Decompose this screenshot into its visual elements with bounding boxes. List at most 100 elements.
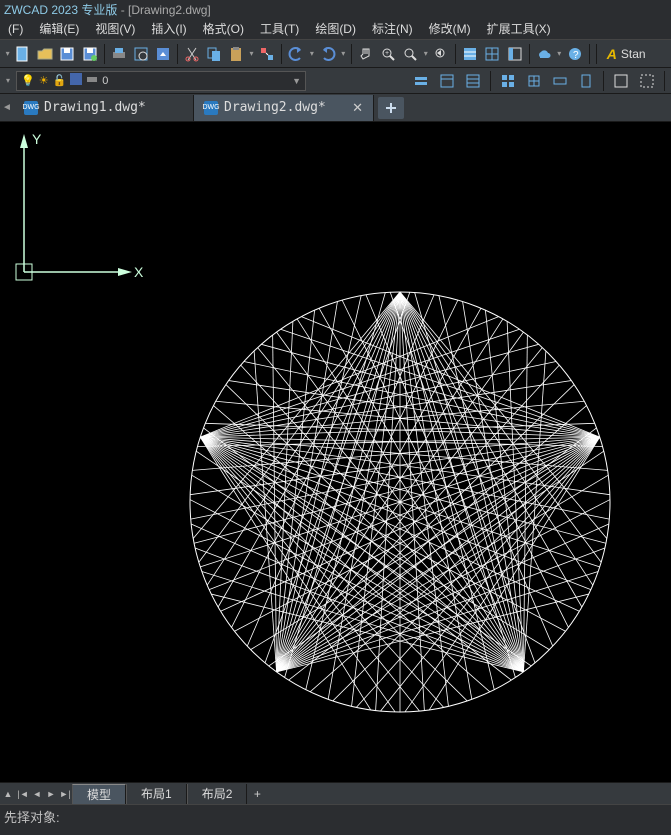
saveas-button[interactable]	[80, 43, 100, 65]
save-button[interactable]	[57, 43, 77, 65]
menu-format[interactable]: 格式(O)	[195, 17, 252, 40]
new-tab-button[interactable]	[378, 97, 404, 119]
text-style-input[interactable]	[621, 47, 661, 61]
title-sep: -	[121, 3, 128, 17]
title-bar: ZWCAD 2023 专业版 - [Drawing2.dwg]	[0, 0, 671, 18]
help-button[interactable]: ?	[565, 43, 585, 65]
layout-next[interactable]: ►	[44, 784, 58, 804]
print-button[interactable]	[109, 43, 129, 65]
zoom-prev-button[interactable]	[431, 43, 451, 65]
menu-draw[interactable]: 绘图(D)	[307, 17, 364, 40]
command-prompt: 先择对象:	[4, 810, 60, 825]
properties-button[interactable]	[460, 43, 480, 65]
layout-add-button[interactable]: +	[247, 784, 267, 804]
menu-insert[interactable]: 插入(I)	[143, 17, 194, 40]
print-preview-button[interactable]	[131, 43, 151, 65]
sep	[603, 71, 604, 91]
layer-btn-3[interactable]	[462, 70, 484, 92]
menu-edit[interactable]: 编辑(E)	[31, 17, 87, 40]
block-btn-2[interactable]	[523, 70, 545, 92]
cut-button[interactable]	[182, 43, 202, 65]
svg-text:?: ?	[573, 50, 579, 61]
drawing-canvas[interactable]: Y X	[0, 122, 671, 782]
sep	[455, 44, 456, 64]
paste-button[interactable]	[226, 43, 246, 65]
text-style-selector[interactable]: A	[601, 43, 667, 65]
main-toolbar: ▾ ▾ ▾ ▾ + ▾ ▾ ? A	[0, 40, 671, 68]
sep	[529, 44, 530, 64]
layer-color-icon	[70, 73, 82, 88]
layer-btn-1[interactable]	[410, 70, 432, 92]
match-prop-button[interactable]	[257, 43, 277, 65]
layer-name: 0	[102, 75, 108, 87]
menu-file[interactable]: (F)	[0, 19, 31, 39]
menu-bar: (F) 编辑(E) 视图(V) 插入(I) 格式(O) 工具(T) 绘图(D) …	[0, 18, 671, 40]
layer-combo[interactable]: 💡 ☀ 🔓 0 ▼	[16, 71, 306, 91]
layout-prev[interactable]: ◄	[30, 784, 44, 804]
layer-drop-1[interactable]: ▾	[4, 70, 12, 92]
block-btn-3[interactable]	[549, 70, 571, 92]
group-btn-1[interactable]	[610, 70, 632, 92]
file-tab-drawing2[interactable]: DWG Drawing2.dwg* ✕	[194, 95, 374, 121]
layout-tabs: ▲ |◄ ◄ ► ►| 模型 布局1 布局2 +	[0, 782, 671, 804]
axis-x-label: X	[134, 264, 144, 280]
cloud-drop[interactable]: ▾	[556, 43, 563, 65]
sep	[589, 44, 590, 64]
redo-button[interactable]	[318, 43, 338, 65]
open-button[interactable]	[35, 43, 55, 65]
redo-drop[interactable]: ▾	[340, 43, 347, 65]
layout-tab-2[interactable]: 布局2	[187, 784, 248, 804]
prop-right-group	[410, 70, 667, 92]
svg-text:+: +	[385, 50, 389, 57]
copy-button[interactable]	[204, 43, 224, 65]
document-tabs: ◄ DWG Drawing1.dwg* DWG Drawing2.dwg* ✕	[0, 94, 671, 122]
layout-first[interactable]: |◄	[16, 784, 30, 804]
sep	[281, 44, 282, 64]
dwg-icon: DWG	[24, 101, 38, 115]
layout-tab-1[interactable]: 布局1	[126, 784, 187, 804]
dwg-icon: DWG	[204, 101, 218, 115]
sep	[664, 71, 665, 91]
close-tab-icon[interactable]: ✕	[352, 100, 363, 116]
undo-button[interactable]	[286, 43, 306, 65]
print-layer-icon	[86, 73, 98, 88]
zoom-drop[interactable]: ▾	[422, 43, 429, 65]
toolbar-drop-1[interactable]: ▾	[4, 43, 11, 65]
text-style-icon: A	[607, 46, 617, 62]
menu-annotate[interactable]: 标注(N)	[364, 17, 421, 40]
caret-down-icon: ▼	[292, 76, 301, 86]
publish-button[interactable]	[153, 43, 173, 65]
menu-modify[interactable]: 修改(M)	[421, 17, 479, 40]
new-button[interactable]	[13, 43, 33, 65]
layer-btn-2[interactable]	[436, 70, 458, 92]
sun-icon: ☀	[39, 74, 49, 87]
layer-left-group: ▾ 💡 ☀ 🔓 0 ▼	[4, 70, 306, 92]
menu-view[interactable]: 视图(V)	[87, 17, 143, 40]
paste-drop[interactable]: ▾	[248, 43, 255, 65]
cloud-button[interactable]	[533, 43, 553, 65]
tab-nav-prev[interactable]: ◄	[0, 95, 14, 121]
undo-drop[interactable]: ▾	[308, 43, 315, 65]
block-btn-1[interactable]	[497, 70, 519, 92]
command-line[interactable]: 先择对象:	[0, 804, 671, 824]
file-tab-drawing1[interactable]: DWG Drawing1.dwg*	[14, 95, 194, 121]
block-btn-4[interactable]	[575, 70, 597, 92]
file-tab-label: Drawing2.dwg*	[224, 100, 326, 115]
menu-ext[interactable]: 扩展工具(X)	[479, 17, 559, 40]
app-name: ZWCAD 2023 专业版	[4, 3, 117, 17]
layout-tab-model[interactable]: 模型	[72, 784, 126, 804]
design-center-button[interactable]	[482, 43, 502, 65]
menu-tools[interactable]: 工具(T)	[252, 17, 307, 40]
plus-icon	[384, 101, 398, 115]
group-btn-2[interactable]	[636, 70, 658, 92]
lock-icon: 🔓	[53, 74, 67, 87]
layout-menu-button[interactable]: ▲	[0, 784, 16, 804]
zoom-window-button[interactable]	[400, 43, 420, 65]
axis-y-label: Y	[32, 131, 42, 147]
sep	[596, 44, 597, 64]
zoom-realtime-button[interactable]: +	[378, 43, 398, 65]
layout-last[interactable]: ►|	[58, 784, 72, 804]
pan-button[interactable]	[356, 43, 376, 65]
tool-palettes-button[interactable]	[505, 43, 525, 65]
sep	[490, 71, 491, 91]
